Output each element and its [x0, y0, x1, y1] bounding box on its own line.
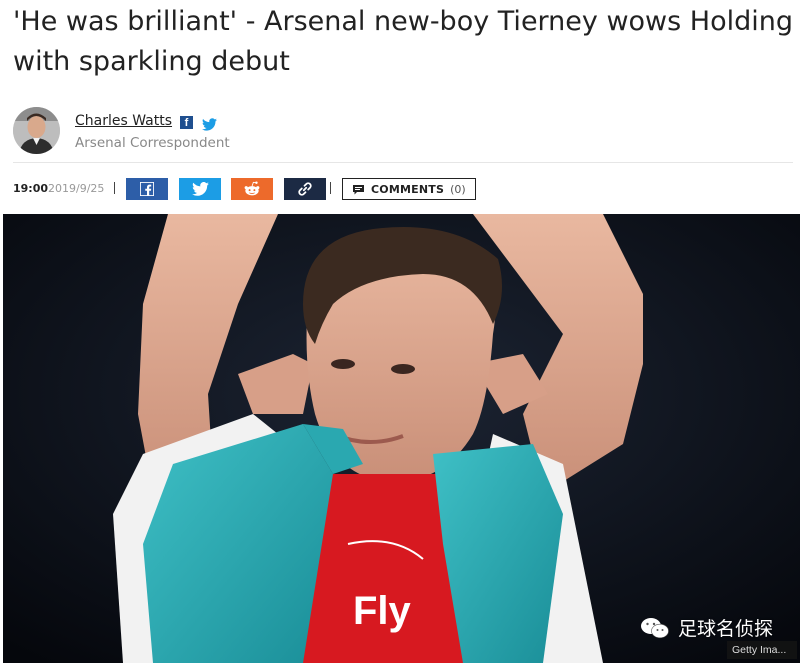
player-photo: Fly — [3, 214, 800, 663]
author-role: Arsenal Correspondent — [75, 135, 230, 151]
avatar-photo — [13, 107, 60, 154]
separator — [114, 182, 115, 194]
article-meta-bar: 19:00 2019/9/25 COMMENTS (0) — [13, 177, 793, 201]
svg-text:Fly: Fly — [353, 589, 412, 633]
image-credit: Getty Ima... — [727, 641, 797, 659]
author-avatar[interactable] — [13, 107, 60, 154]
comments-label: COMMENTS — [371, 182, 445, 196]
facebook-icon — [140, 182, 154, 196]
share-reddit-button[interactable] — [231, 178, 273, 200]
facebook-icon[interactable]: f — [180, 116, 193, 129]
article-headline: 'He was brilliant' - Arsenal new-boy Tie… — [13, 6, 794, 77]
share-facebook-button[interactable] — [126, 178, 168, 200]
author-name-link[interactable]: Charles Watts — [75, 113, 172, 129]
twitter-icon[interactable] — [202, 116, 217, 131]
share-twitter-button[interactable] — [179, 178, 221, 200]
watermark-text: 足球名侦探 — [678, 618, 774, 640]
link-icon — [298, 182, 312, 196]
copy-link-button[interactable] — [284, 178, 326, 200]
publish-time: 19:00 — [13, 182, 49, 195]
divider — [13, 162, 793, 163]
author-byline: Charles Watts f Arsenal Correspondent — [13, 107, 793, 157]
wechat-watermark: 足球名侦探 — [640, 614, 773, 641]
reddit-icon — [244, 181, 260, 196]
comments-count: (0) — [450, 182, 466, 196]
wechat-icon — [641, 617, 669, 638]
publish-date: 2019/9/25 — [48, 182, 105, 195]
twitter-icon — [191, 182, 209, 196]
separator — [330, 182, 331, 194]
comment-icon — [353, 184, 364, 194]
article-hero-image: Fly — [3, 214, 800, 663]
comments-button[interactable]: COMMENTS (0) — [342, 178, 476, 200]
